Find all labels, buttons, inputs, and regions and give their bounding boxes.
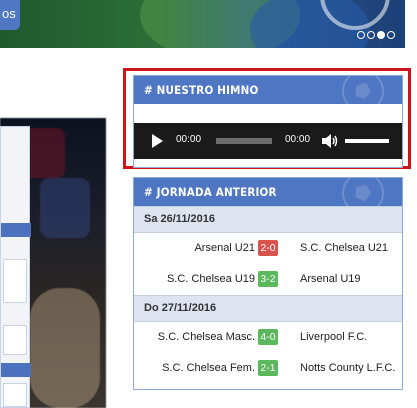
- duration-time: 00:00: [285, 134, 311, 145]
- home-team: S.C. Chelsea U19: [166, 273, 255, 285]
- away-team: Notts County L.F.C.: [300, 362, 396, 374]
- slider-dots: [357, 31, 395, 39]
- page: os # NUESTRO HIMNO 00:00 00:00 # JORNADA…: [0, 0, 417, 408]
- match-row[interactable]: Arsenal U21 2-0 S.C. Chelsea U21: [134, 233, 402, 264]
- left-card-cell: [3, 325, 27, 355]
- volume-slider[interactable]: [345, 139, 389, 143]
- left-card: [0, 126, 31, 408]
- slider-dot[interactable]: [367, 31, 375, 39]
- score-badge: 2-0: [258, 240, 278, 256]
- current-time: 00:00: [176, 134, 202, 145]
- slider-dot[interactable]: [357, 31, 365, 39]
- away-team: S.C. Chelsea U21: [300, 242, 389, 254]
- jornada-header: # JORNADA ANTERIOR: [134, 178, 402, 206]
- himno-header: # NUESTRO HIMNO: [134, 76, 402, 104]
- left-card-cell: [3, 383, 27, 407]
- left-card-cell: [3, 259, 27, 303]
- hero-banner[interactable]: os: [0, 0, 405, 48]
- match-row[interactable]: S.C. Chelsea Masc. 4-0 Liverpool F.C.: [134, 322, 402, 353]
- gallery-image-shape: [40, 178, 90, 238]
- audio-player[interactable]: 00:00 00:00: [134, 123, 402, 159]
- day-header: Sa 26/11/2016: [134, 206, 402, 233]
- home-team: Arsenal U21: [194, 242, 255, 254]
- jornada-title: # JORNADA ANTERIOR: [144, 185, 277, 199]
- left-card-header: [1, 223, 31, 237]
- away-team: Arsenal U19: [300, 273, 361, 285]
- score-badge: 3-2: [258, 271, 278, 287]
- left-card-header: [1, 363, 31, 377]
- play-icon[interactable]: [152, 134, 163, 148]
- day-header: Do 27/11/2016: [134, 295, 402, 322]
- himno-title: # NUESTRO HIMNO: [144, 83, 259, 97]
- slider-dot-active[interactable]: [377, 31, 385, 39]
- slider-dot[interactable]: [387, 31, 395, 39]
- score-badge: 2-1: [258, 360, 278, 376]
- himno-widget: # NUESTRO HIMNO 00:00 00:00: [133, 75, 403, 168]
- gallery-image-shape: [30, 288, 100, 408]
- score-badge: 4-0: [258, 329, 278, 345]
- match-row[interactable]: S.C. Chelsea U19 3-2 Arsenal U19: [134, 264, 402, 295]
- volume-icon[interactable]: [322, 134, 338, 148]
- progress-bar[interactable]: [216, 138, 272, 144]
- away-team: Liverpool F.C.: [300, 331, 368, 343]
- hero-button[interactable]: os: [0, 0, 20, 30]
- match-row[interactable]: S.C. Chelsea Fem. 2-1 Notts County L.F.C…: [134, 353, 402, 384]
- home-team: S.C. Chelsea Masc.: [157, 331, 255, 343]
- jornada-widget: # JORNADA ANTERIOR Sa 26/11/2016 Arsenal…: [133, 177, 403, 390]
- home-team: S.C. Chelsea Fem.: [162, 362, 255, 374]
- soccer-ball-icon: [342, 76, 384, 104]
- soccer-ball-icon: [342, 178, 384, 206]
